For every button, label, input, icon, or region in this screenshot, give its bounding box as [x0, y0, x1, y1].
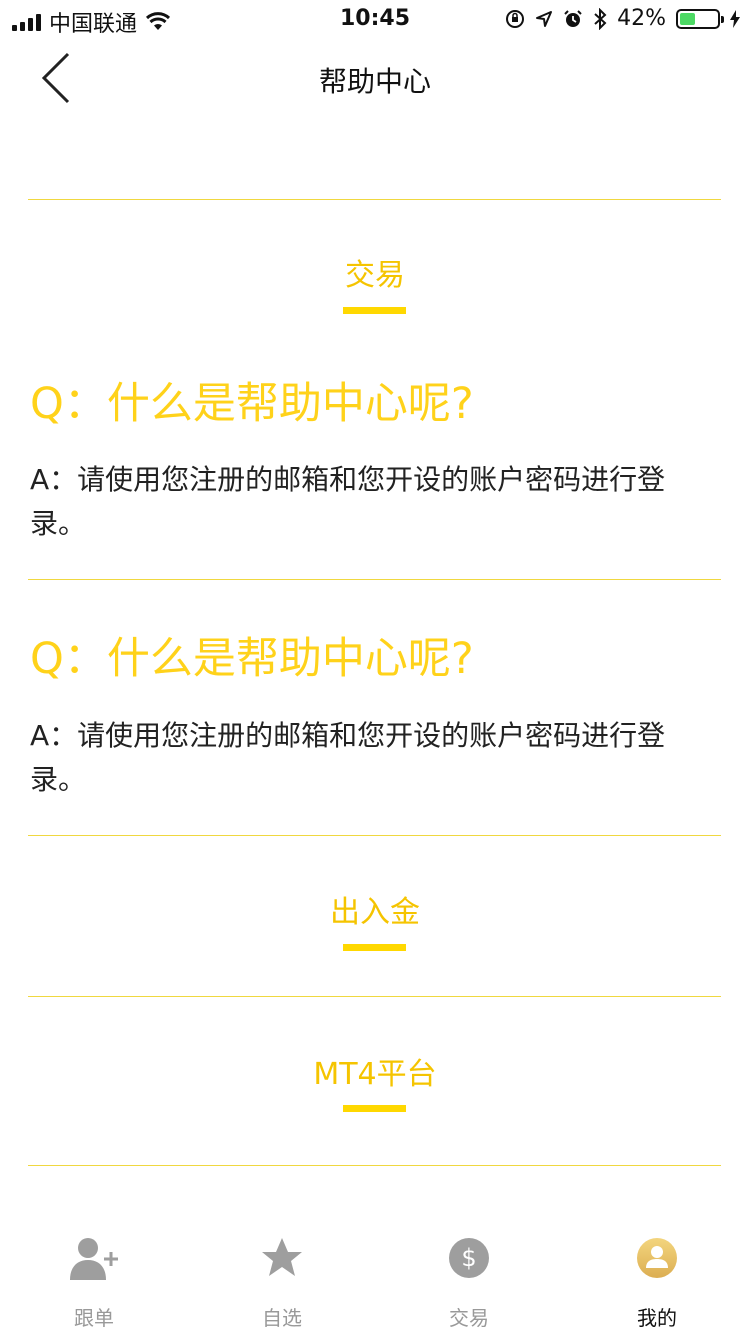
orientation-lock-icon — [506, 9, 525, 28]
tab-mine[interactable]: 我的 — [597, 1224, 717, 1334]
tab-label: 跟单 — [74, 1306, 114, 1330]
category-active-indicator — [343, 307, 406, 314]
svg-text:$: $ — [461, 1244, 476, 1272]
divider — [28, 835, 721, 836]
faq-answer-2: A：请使用您注册的邮箱和您开设的账户密码进行登录。 — [30, 719, 666, 796]
page-title: 帮助中心 — [318, 65, 431, 98]
divider — [28, 199, 721, 200]
tab-watchlist[interactable]: 自选 — [222, 1224, 342, 1334]
star-icon — [262, 1238, 302, 1276]
nav-bar: 帮助中心 — [0, 40, 750, 120]
tab-label: 自选 — [262, 1306, 302, 1330]
divider — [28, 996, 721, 997]
faq-question-2: Q：什么是帮助中心呢? — [30, 634, 474, 684]
user-add-icon — [70, 1238, 118, 1280]
tab-follow[interactable]: 跟单 — [34, 1224, 154, 1334]
alarm-icon — [564, 9, 582, 27]
status-bar: 中国联通 10:45 42% — [0, 0, 750, 40]
bluetooth-icon — [594, 7, 607, 30]
battery-icon — [676, 8, 724, 29]
status-right: 42% — [505, 6, 740, 31]
profile-icon — [637, 1238, 677, 1278]
divider — [28, 1165, 721, 1166]
category-deposit[interactable]: 出入金 — [0, 887, 750, 931]
faq-question-1: Q：什么是帮助中心呢? — [30, 379, 474, 429]
battery-percent: 42% — [617, 6, 666, 31]
location-icon — [536, 10, 553, 27]
category-indicator — [343, 1105, 406, 1112]
tab-trade[interactable]: $ 交易 — [409, 1224, 529, 1334]
tab-label: 我的 — [637, 1306, 677, 1330]
tab-label: 交易 — [449, 1306, 489, 1330]
dollar-icon: $ — [449, 1238, 489, 1278]
tab-bar: 跟单 自选 $ 交易 我的 — [0, 1224, 750, 1334]
charging-icon — [730, 9, 740, 28]
category-trade[interactable]: 交易 — [0, 250, 750, 294]
category-mt4[interactable]: MT4平台 — [0, 1049, 750, 1093]
battery-level — [680, 12, 696, 25]
faq-answer-1: A：请使用您注册的邮箱和您开设的账户密码进行登录。 — [30, 463, 666, 540]
category-indicator — [343, 944, 406, 951]
divider — [28, 579, 721, 580]
